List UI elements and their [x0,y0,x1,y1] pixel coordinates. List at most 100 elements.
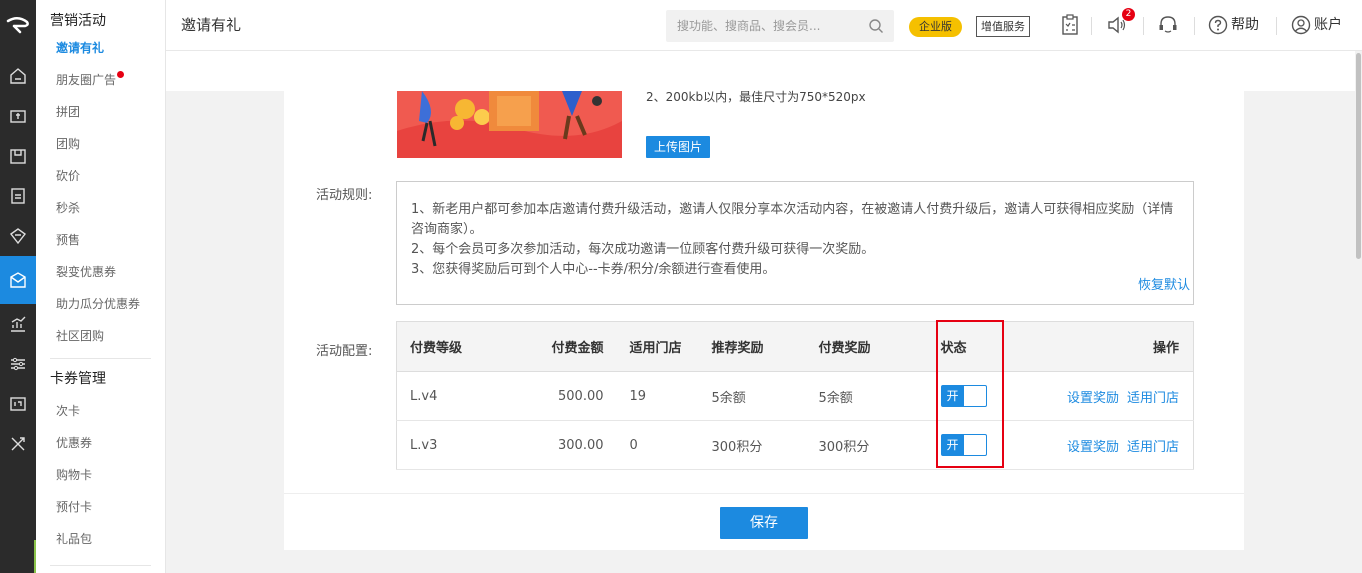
set-reward-link[interactable]: 设置奖励 [1067,440,1119,455]
home-icon[interactable] [0,56,36,96]
rule-line: 2、每个会员可多次参加活动，每次成功邀请一位顾客付费升级可获得一次奖励。 [411,242,875,257]
sidebar-item-label: 秒杀 [56,201,81,215]
sidebar-item-label: 拼团 [56,105,81,119]
headset-icon[interactable] [1157,14,1179,40]
save-button[interactable]: 保存 [720,507,808,539]
restore-default-link[interactable]: 恢复默认 [1138,274,1190,293]
logo-icon[interactable] [0,0,36,52]
clipboard-icon[interactable] [1061,14,1079,40]
status-column-highlight [936,320,1004,468]
menu-group-title: 卡券管理 [50,371,106,387]
activity-banner-image[interactable] [397,91,622,158]
promotion-icon[interactable] [0,256,36,304]
header-divider [1091,17,1092,35]
sidebar-item-label: 预售 [56,233,81,247]
account-link[interactable]: 账户 [1314,0,1342,51]
sidebar-menu: 营销活动 邀请有礼 朋友圈广告 拼团 团购 砍价 秒杀 预售 裂变优惠券 助力瓜… [36,0,166,573]
set-reward-link[interactable]: 设置奖励 [1067,391,1119,406]
config-label: 活动配置: [316,344,373,359]
sidebar-item-label: 团购 [56,137,81,151]
sidebar-item-gift-pack[interactable]: 礼品包 [36,523,165,555]
paid-reward-cell: 300积分 [818,420,927,470]
terminal-icon[interactable] [0,384,36,424]
sidebar-item-community-group[interactable]: 社区团购 [36,320,165,352]
sidebar-item-prepaid-card[interactable]: 预付卡 [36,491,165,523]
help-icon[interactable] [1208,15,1228,39]
referral-reward-cell: 300积分 [711,420,819,470]
amount-cell: 500.00 [500,371,604,421]
tools-icon[interactable] [0,424,36,464]
header-divider [1194,17,1195,35]
referral-reward-cell: 5余额 [711,371,819,421]
rules-textarea[interactable]: 1、新老用户都可参加本店邀请付费升级活动，邀请人仅限分享本次活动内容，在被邀请人… [396,181,1194,305]
level-config-table: 付费等级 付费金额 适用门店 推荐奖励 付费奖励 状态 操作 L.v4 500.… [396,321,1194,470]
sidebar-item-times-card[interactable]: 次卡 [36,395,165,427]
applicable-stores-link[interactable]: 适用门店 [1127,391,1179,406]
footer-divider [284,493,1244,494]
edition-badge[interactable]: 企业版 [909,17,962,37]
table-row: L.v3 300.00 0 300积分 300积分 开 设置奖励 适用门店 [396,420,1194,470]
scrollbar-thumb[interactable] [1356,53,1361,259]
column-header: 付费金额 [500,321,604,372]
upload-image-button[interactable]: 上传图片 [646,136,710,158]
actions-cell: 设置奖励 适用门店 [1026,420,1194,470]
paid-reward-cell: 5余额 [818,371,927,421]
actions-cell: 设置奖励 适用门店 [1026,371,1194,421]
table-header-row: 付费等级 付费金额 适用门店 推荐奖励 付费奖励 状态 操作 [396,321,1194,372]
goods-icon[interactable] [0,136,36,176]
member-icon[interactable] [0,176,36,216]
sidebar-item-moments-ads[interactable]: 朋友圈广告 [36,64,165,96]
help-link[interactable]: 帮助 [1231,0,1259,51]
sidebar-item-invite[interactable]: 邀请有礼 [36,32,165,64]
column-header: 适用门店 [603,321,712,372]
sidebar-item-label: 优惠券 [56,436,93,450]
sidebar-item-label: 购物卡 [56,468,93,482]
chart-icon[interactable] [0,304,36,344]
new-dot-badge [117,71,125,78]
menu-divider [50,565,151,566]
sidebar-item-coupon[interactable]: 优惠券 [36,427,165,459]
sidebar-item-label: 裂变优惠券 [56,265,117,279]
sidebar-item-presale[interactable]: 预售 [36,224,165,256]
rules-label: 活动规则: [316,188,373,203]
sidebar-item-label: 社区团购 [56,329,105,343]
rules-text[interactable]: 1、新老用户都可参加本店邀请付费升级活动，邀请人仅限分享本次活动内容，在被邀请人… [411,200,1181,280]
sidebar-item-assist-coupon[interactable]: 助力瓜分优惠券 [36,288,165,320]
applicable-stores-link[interactable]: 适用门店 [1127,440,1179,455]
top-header: 邀请有礼 企业版 增值服务 2 帮助 账户 [166,0,1362,51]
sidebar-item-label: 预付卡 [56,500,93,514]
level-cell: L.v3 [396,420,501,470]
icon-rail [0,0,36,573]
content-top-strip [166,51,1355,91]
search-icon[interactable] [868,18,884,38]
sidebar-item-shopping-card[interactable]: 购物卡 [36,459,165,491]
table-row: L.v4 500.00 19 5余额 5余额 开 设置奖励 适用门店 [396,371,1194,421]
header-divider [1276,17,1277,35]
column-header: 推荐奖励 [711,321,819,372]
global-search[interactable] [666,10,894,42]
sidebar-item-flash-sale[interactable]: 秒杀 [36,192,165,224]
settings-icon[interactable] [0,344,36,384]
notification-badge: 2 [1122,8,1135,21]
sidebar-item-label: 次卡 [56,404,81,418]
column-header: 付费奖励 [818,321,927,372]
stores-cell: 0 [603,420,712,470]
sidebar-item-label: 砍价 [56,169,81,183]
value-added-services-button[interactable]: 增值服务 [976,16,1030,37]
upload-hint: 2、200kb以内，最佳尺寸为750*520px [646,90,866,104]
marketing-icon[interactable] [0,216,36,256]
menu-group-marketing: 营销活动 邀请有礼 朋友圈广告 拼团 团购 砍价 秒杀 预售 裂变优惠券 助力瓜… [36,0,165,352]
search-input[interactable] [666,10,856,42]
user-icon[interactable] [1291,15,1311,39]
cashier-icon[interactable] [0,96,36,136]
sidebar-item-fission-coupon[interactable]: 裂变优惠券 [36,256,165,288]
sidebar-item-bargain[interactable]: 砍价 [36,160,165,192]
stores-cell: 19 [603,371,712,421]
rule-line: 1、新老用户都可参加本店邀请付费升级活动，邀请人仅限分享本次活动内容，在被邀请人… [411,202,1174,237]
column-header: 付费等级 [396,321,501,372]
amount-cell: 300.00 [500,420,604,470]
sidebar-item-group-buy[interactable]: 拼团 [36,96,165,128]
sidebar-item-label: 邀请有礼 [56,41,105,55]
sidebar-item-team-purchase[interactable]: 团购 [36,128,165,160]
page-scrollbar[interactable] [1355,51,1362,573]
